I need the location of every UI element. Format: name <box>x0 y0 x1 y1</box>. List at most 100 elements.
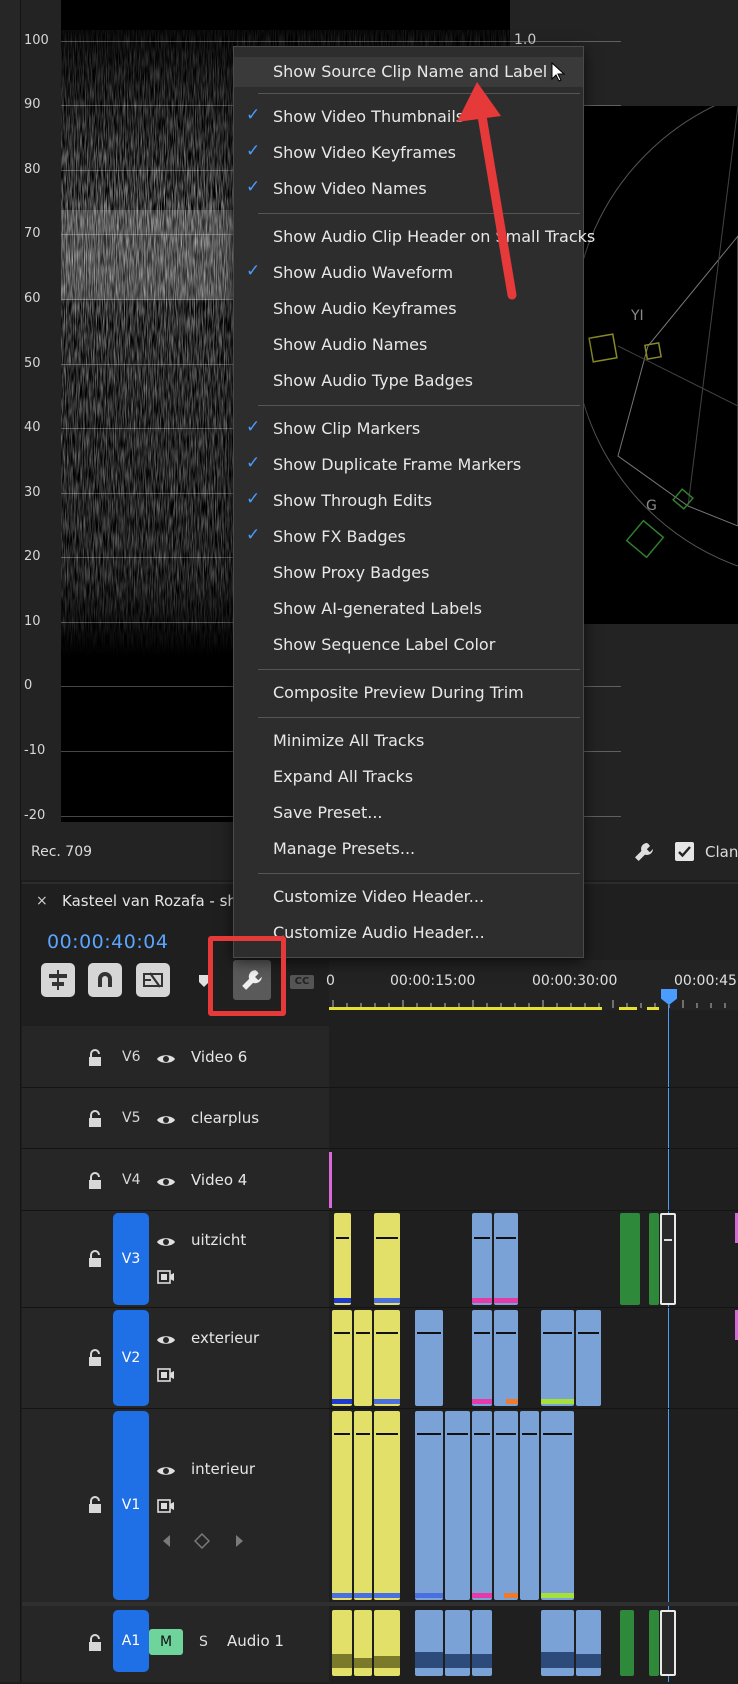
clip[interactable] <box>374 1310 400 1406</box>
clip[interactable] <box>332 1411 352 1600</box>
sequence-tab-title[interactable]: Kasteel van Rozafa - sh <box>62 892 237 910</box>
menu-item-show-ai-generated-labels[interactable]: Show AI-generated Labels <box>234 594 583 624</box>
filmstrip-icon[interactable] <box>157 1498 175 1517</box>
clip[interactable] <box>332 1310 352 1406</box>
clip[interactable] <box>472 1310 492 1406</box>
audio-clip[interactable] <box>332 1610 352 1676</box>
menu-item-show-fx-badges[interactable]: ✓ Show FX Badges <box>234 522 583 552</box>
selected-audio-clip[interactable] <box>660 1610 676 1676</box>
audio-clip[interactable] <box>354 1610 372 1676</box>
track-header-v3[interactable] <box>22 1211 329 1307</box>
audio-clip[interactable] <box>445 1610 470 1676</box>
track-name-v6[interactable]: Video 6 <box>191 1048 247 1066</box>
solo-track-button[interactable]: S <box>199 1634 208 1650</box>
audio-clip[interactable] <box>576 1610 601 1676</box>
track-target-v3[interactable]: V3 <box>113 1213 149 1305</box>
eye-icon[interactable] <box>156 1463 176 1482</box>
clip-edge-marker[interactable] <box>329 1152 332 1208</box>
audio-clip[interactable] <box>620 1610 634 1676</box>
playhead-timecode[interactable]: 00:00:40:04 <box>47 931 168 953</box>
lock-icon[interactable] <box>87 1634 103 1656</box>
track-name-v5[interactable]: clearplus <box>191 1109 259 1127</box>
playhead-line[interactable] <box>668 1005 669 1682</box>
lock-icon[interactable] <box>87 1049 103 1071</box>
clip[interactable] <box>445 1411 470 1600</box>
add-keyframe-icon[interactable] <box>193 1532 211 1553</box>
clip[interactable] <box>354 1411 372 1600</box>
lock-icon[interactable] <box>87 1250 103 1272</box>
clip[interactable] <box>494 1213 518 1305</box>
audio-clip[interactable] <box>649 1610 659 1676</box>
clip[interactable] <box>494 1310 518 1406</box>
menu-item-show-through-edits[interactable]: ✓ Show Through Edits <box>234 486 583 516</box>
scope-settings-wrench-icon[interactable] <box>633 841 655 867</box>
clip[interactable] <box>576 1310 601 1406</box>
menu-item-show-sequence-label-color[interactable]: Show Sequence Label Color <box>234 630 583 660</box>
lock-icon[interactable] <box>87 1496 103 1518</box>
track-header-v2[interactable] <box>22 1308 329 1408</box>
clip[interactable] <box>541 1310 574 1406</box>
clip[interactable] <box>374 1411 400 1600</box>
clip[interactable] <box>520 1411 539 1600</box>
track-name-v2[interactable]: exterieur <box>191 1329 259 1347</box>
clip[interactable] <box>374 1213 400 1305</box>
previous-keyframe-icon[interactable] <box>161 1533 171 1552</box>
clip[interactable] <box>472 1213 492 1305</box>
clip[interactable] <box>354 1310 372 1406</box>
track-name-v1[interactable]: interieur <box>191 1460 255 1478</box>
lock-icon[interactable] <box>87 1349 103 1371</box>
lock-icon[interactable] <box>87 1110 103 1132</box>
eye-icon[interactable] <box>156 1112 176 1131</box>
menu-item-expand-all-tracks[interactable]: Expand All Tracks <box>234 762 583 792</box>
track-name-v3[interactable]: uitzicht <box>191 1231 246 1249</box>
clip[interactable] <box>415 1310 443 1406</box>
track-name-a1[interactable]: Audio 1 <box>227 1632 284 1650</box>
mute-track-button[interactable]: M <box>149 1629 183 1655</box>
filmstrip-icon[interactable] <box>157 1367 175 1386</box>
audio-clip[interactable] <box>541 1610 574 1676</box>
clamp-checkbox[interactable] <box>675 842 694 861</box>
menu-item-save-preset[interactable]: Save Preset... <box>234 798 583 828</box>
eye-icon[interactable] <box>156 1234 176 1253</box>
track-name-v4[interactable]: Video 4 <box>191 1171 247 1189</box>
eye-icon[interactable] <box>156 1174 176 1193</box>
menu-item-manage-presets[interactable]: Manage Presets... <box>234 834 583 864</box>
clip[interactable] <box>541 1411 574 1600</box>
track-id-v6[interactable]: V6 <box>122 1049 140 1065</box>
insert-nest-toggle-button[interactable] <box>41 963 75 997</box>
track-target-a1[interactable]: A1 <box>113 1610 149 1672</box>
clip[interactable] <box>472 1411 492 1600</box>
track-header-v1[interactable] <box>22 1409 329 1602</box>
menu-item-customize-audio-header[interactable]: Customize Audio Header... <box>234 918 583 948</box>
track-target-v2[interactable]: V2 <box>113 1310 149 1406</box>
lock-icon[interactable] <box>87 1172 103 1194</box>
linked-selection-button[interactable] <box>136 963 170 997</box>
menu-item-minimize-all-tracks[interactable]: Minimize All Tracks <box>234 726 583 756</box>
menu-item-show-clip-markers[interactable]: ✓ Show Clip Markers <box>234 414 583 444</box>
menu-item-composite-preview-during-trim[interactable]: Composite Preview During Trim <box>234 678 583 708</box>
track-target-v1[interactable]: V1 <box>113 1411 149 1600</box>
next-keyframe-icon[interactable] <box>235 1533 245 1552</box>
captions-badge[interactable]: CC <box>290 975 314 989</box>
menu-item-show-audio-type-badges[interactable]: Show Audio Type Badges <box>234 366 583 396</box>
snap-button[interactable] <box>88 963 122 997</box>
close-tab-icon[interactable]: × <box>36 893 48 909</box>
clip[interactable] <box>620 1213 640 1305</box>
menu-item-customize-video-header[interactable]: Customize Video Header... <box>234 882 583 912</box>
selected-clip[interactable] <box>660 1213 676 1305</box>
eye-icon[interactable] <box>156 1051 176 1070</box>
menu-item-show-duplicate-frame-markers[interactable]: ✓ Show Duplicate Frame Markers <box>234 450 583 480</box>
audio-clip[interactable] <box>415 1610 443 1676</box>
clip[interactable] <box>415 1411 443 1600</box>
menu-item-show-proxy-badges[interactable]: Show Proxy Badges <box>234 558 583 588</box>
audio-clip[interactable] <box>472 1610 492 1676</box>
clip[interactable] <box>649 1213 659 1305</box>
clip[interactable] <box>494 1411 518 1600</box>
audio-clip[interactable] <box>374 1610 400 1676</box>
menu-item-show-audio-names[interactable]: Show Audio Names <box>234 330 583 360</box>
clip[interactable] <box>334 1213 351 1305</box>
track-id-v5[interactable]: V5 <box>122 1110 140 1126</box>
video-audio-divider[interactable] <box>22 1602 738 1606</box>
filmstrip-icon[interactable] <box>157 1269 175 1288</box>
track-id-v4[interactable]: V4 <box>122 1172 140 1188</box>
